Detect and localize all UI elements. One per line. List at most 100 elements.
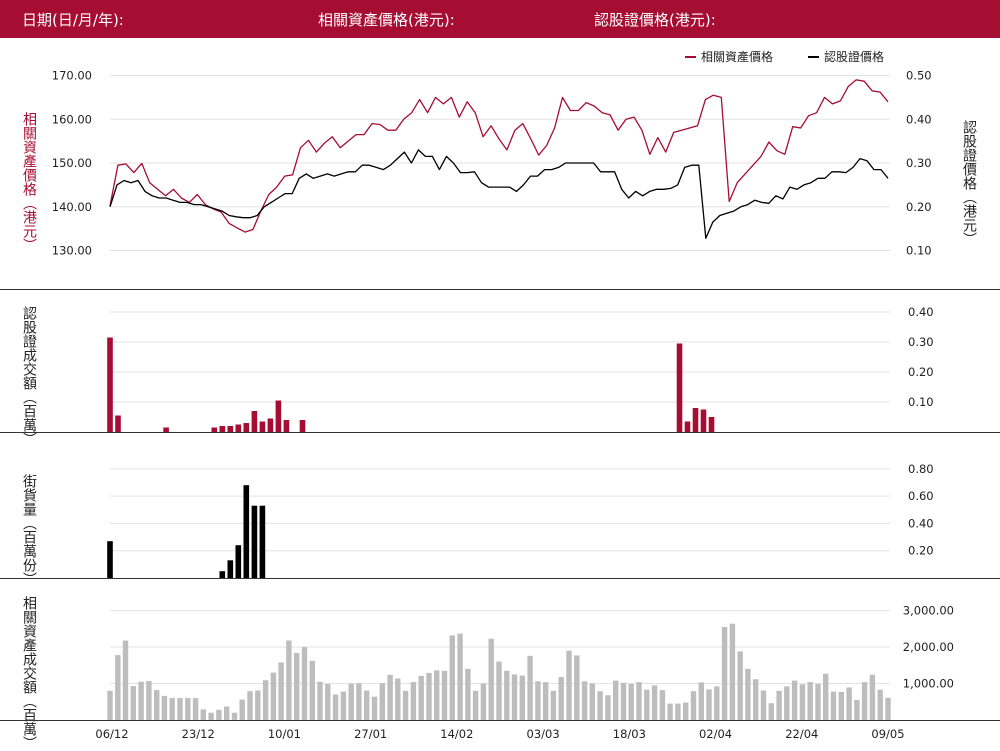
asset-turnover-bar xyxy=(613,680,619,720)
asset-turnover-bar xyxy=(262,680,269,720)
outstanding-tick-label: 0.60 xyxy=(908,489,934,503)
y-left-tick-label: 160.00 xyxy=(52,112,92,126)
asset-turnover-bar xyxy=(208,712,214,720)
asset-turnover-bar xyxy=(830,691,837,720)
asset-turnover-bar xyxy=(519,675,525,720)
asset-turnover-bar xyxy=(480,683,487,720)
x-tick-label: 18/03 xyxy=(613,727,646,741)
asset-turnover-bar xyxy=(294,652,300,720)
asset-turnover-bar xyxy=(301,647,308,720)
asset-turnover-tick-label: 2,000.00 xyxy=(903,640,954,654)
outstanding-bar xyxy=(243,485,250,578)
asset-turnover-bar xyxy=(434,670,440,720)
asset-turnover-bar xyxy=(714,686,720,720)
warrant-chart: 130.00 140.00 150.00 160.00 170.00 0.10 0.20 0.… xyxy=(0,49,1000,741)
asset-turnover-bar xyxy=(231,712,238,720)
outstanding-bar xyxy=(259,505,266,578)
asset-turnover-bar xyxy=(379,683,385,720)
asset-turnover-bar xyxy=(286,640,292,720)
warrant-turnover-bar xyxy=(251,411,258,432)
warrant-turnover-bar xyxy=(283,420,290,432)
y-left-tick-label: 170.00 xyxy=(52,69,92,83)
x-tick-label: 02/04 xyxy=(699,727,732,741)
x-tick-label: 22/04 xyxy=(785,727,818,741)
asset-turnover-bar xyxy=(402,690,409,720)
asset-turnover-bar xyxy=(395,678,401,720)
asset-turnover-bar xyxy=(776,690,782,720)
asset-turnover-bar xyxy=(325,683,331,720)
warrant-turnover-bar xyxy=(211,427,218,432)
y-right-tick-label: 0.20 xyxy=(906,200,932,214)
asset-turnover-bar xyxy=(721,627,728,720)
asset-turnover-bar xyxy=(410,682,417,720)
warrant-turnover-bar xyxy=(227,426,234,432)
asset-turnover-bar xyxy=(161,695,168,720)
outstanding-tick-label: 0.80 xyxy=(908,462,934,476)
asset-turnover-bar xyxy=(146,681,152,720)
x-tick-label: 03/03 xyxy=(527,727,560,741)
asset-turnover-bar xyxy=(340,691,347,720)
asset-turnover-bar xyxy=(504,670,510,720)
warrant-turnover-tick-label: 0.10 xyxy=(908,395,934,409)
asset-turnover-bar xyxy=(815,683,821,720)
asset-turnover-bar xyxy=(620,682,627,720)
asset-turnover-bar xyxy=(784,686,790,720)
asset-turnover-bar xyxy=(823,673,829,720)
asset-turnover-bar xyxy=(122,640,129,720)
asset-turnover-bar xyxy=(278,662,284,720)
warrant-turnover-bar xyxy=(275,400,282,432)
asset-turnover-bar xyxy=(597,691,603,720)
asset-turnover-bar xyxy=(760,690,767,720)
asset-turnover-bar xyxy=(239,699,245,720)
warrant-turnover-bar xyxy=(708,417,715,432)
asset-turnover-bar xyxy=(247,691,253,720)
warrant-turnover-bar xyxy=(219,426,226,432)
asset-turnover-tick-label: 1,000.00 xyxy=(903,677,954,691)
warrant-turnover-bar xyxy=(115,415,121,432)
asset-turnover-bar xyxy=(644,689,650,720)
asset-turnover-bar xyxy=(698,682,704,720)
warrant-turnover-bar xyxy=(700,409,707,432)
asset-turnover-bar xyxy=(457,633,463,720)
asset-turnover-bar xyxy=(535,681,541,720)
asset-turnover-bar xyxy=(418,675,424,720)
asset-turnover-bar xyxy=(309,660,315,720)
y-right-tick-label: 0.40 xyxy=(906,112,932,126)
asset-turnover-bar xyxy=(877,689,883,720)
x-tick-label: 06/12 xyxy=(95,727,128,741)
asset-price-line xyxy=(109,79,889,233)
x-tick-label: 23/12 xyxy=(182,727,215,741)
asset-turnover-bar xyxy=(854,699,860,720)
asset-turnover-bar xyxy=(130,686,136,720)
asset-turnover-bar xyxy=(659,690,666,720)
asset-turnover-bar xyxy=(636,682,642,720)
asset-turnover-bar xyxy=(527,655,533,720)
outstanding-tick-label: 0.40 xyxy=(908,516,934,530)
asset-turnover-bar xyxy=(581,681,588,720)
warrant-turnover-tick-label: 0.20 xyxy=(908,365,934,379)
asset-turnover-bar xyxy=(768,703,774,720)
asset-turnover-bar xyxy=(543,682,549,720)
warrant-turnover-bar xyxy=(107,337,113,432)
asset-turnover-bar xyxy=(138,681,144,720)
warrant-turnover-tick-label: 0.30 xyxy=(908,335,934,349)
asset-turnover-bar xyxy=(846,687,852,720)
asset-turnover-bar xyxy=(200,709,206,720)
asset-turnover-bar xyxy=(690,691,697,720)
warrant-turnover-bar xyxy=(299,420,306,432)
asset-turnover-bar xyxy=(371,696,378,720)
x-tick-label: 14/02 xyxy=(440,727,473,741)
asset-turnover-bar xyxy=(154,690,160,720)
outstanding-bar xyxy=(235,545,242,578)
asset-turnover-bar xyxy=(496,661,502,720)
y-left-tick-label: 130.00 xyxy=(52,244,92,258)
asset-turnover-bar xyxy=(115,655,121,720)
asset-turnover-bar xyxy=(861,682,868,720)
asset-turnover-bar xyxy=(270,672,277,720)
asset-turnover-bar xyxy=(348,683,354,720)
asset-turnover-bar xyxy=(706,689,712,720)
asset-turnover-bar xyxy=(177,698,183,720)
x-tick-label: 10/01 xyxy=(268,727,301,741)
warrant-turnover-bar xyxy=(235,424,242,432)
asset-turnover-bar xyxy=(449,635,455,720)
